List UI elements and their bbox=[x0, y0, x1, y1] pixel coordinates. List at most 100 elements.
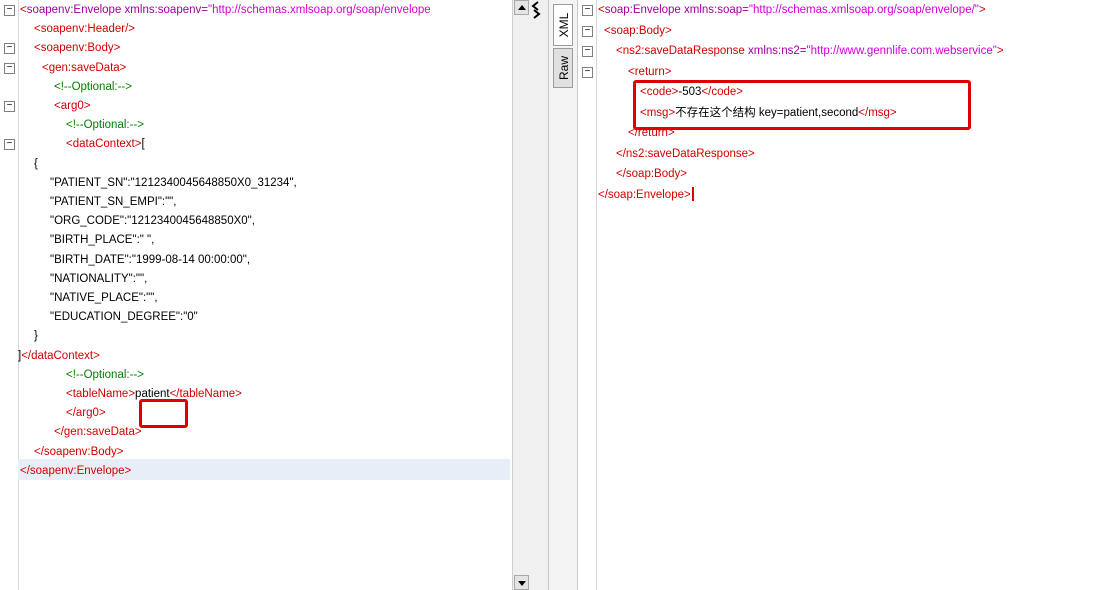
xml-token: <gen:saveData> bbox=[42, 61, 127, 74]
xml-token: soapenv:Envelope bbox=[26, 4, 122, 16]
xml-token: > bbox=[978, 4, 986, 16]
arrow-down-icon bbox=[518, 581, 526, 586]
tab-xml-label: XML bbox=[557, 12, 571, 38]
code-line[interactable]: "BIRTH_DATE":"1999-08-14 00:00:00", bbox=[50, 250, 250, 271]
code-line[interactable]: { bbox=[34, 154, 38, 175]
xml-token: </gen:saveData> bbox=[54, 426, 142, 439]
xml-token: <soapenv:Body> bbox=[34, 42, 121, 55]
xml-text: "PATIENT_SN_EMPI":"", bbox=[50, 196, 177, 208]
left-fold-gutter bbox=[0, 0, 19, 590]
xml-token: > bbox=[996, 45, 1004, 57]
xml-comment: <!--Optional:--> bbox=[66, 368, 144, 381]
fold-toggle-icon[interactable]: − bbox=[4, 62, 15, 74]
code-line[interactable]: </ns2:saveDataResponse> bbox=[616, 144, 755, 165]
response-code-msg-highlight-box bbox=[633, 80, 971, 130]
xml-token: "http://schemas.xmlsoap.org/soap/envelop… bbox=[207, 4, 431, 16]
code-line[interactable]: </soap:Body> bbox=[616, 164, 687, 185]
xml-text: "BIRTH_PLACE":" ", bbox=[50, 234, 155, 247]
code-line[interactable]: "EDUCATION_DEGREE":"0" bbox=[50, 307, 198, 328]
xml-token: <tableName> bbox=[66, 388, 136, 400]
text-cursor bbox=[691, 187, 694, 202]
pane-splitter[interactable] bbox=[530, 0, 549, 590]
scroll-down-button[interactable] bbox=[514, 575, 529, 590]
code-line[interactable]: "BIRTH_PLACE":" ", bbox=[50, 230, 154, 251]
xml-text: "BIRTH_DATE":"1999-08-14 00:00:00", bbox=[50, 253, 251, 266]
code-line[interactable]: <soapenv:Envelope xmlns:soapenv="http://… bbox=[20, 0, 431, 21]
fold-toggle-icon[interactable]: − bbox=[582, 66, 593, 78]
fold-toggle-icon[interactable]: − bbox=[4, 5, 15, 16]
code-line[interactable]: ]</dataContext> bbox=[18, 346, 100, 367]
response-xml-editor[interactable]: − <soap:Envelope xmlns:soap="http://schem… bbox=[578, 0, 1104, 590]
code-line[interactable]: <!--Optional:--> bbox=[54, 77, 132, 98]
xml-token: </soap:Envelope> bbox=[598, 188, 691, 201]
code-line[interactable]: <soapenv:Body> bbox=[34, 38, 120, 59]
xml-token: soap:Envelope bbox=[604, 4, 681, 16]
xml-text: "NATIONALITY":"", bbox=[50, 272, 148, 285]
tablename-highlight-box bbox=[139, 399, 188, 428]
xml-token: </arg0> bbox=[66, 407, 106, 420]
fold-toggle-icon[interactable]: − bbox=[4, 139, 15, 151]
code-line[interactable]: "PATIENT_SN_EMPI":"", bbox=[50, 192, 176, 213]
xml-text: "ORG_CODE":"1212340045648850X0", bbox=[50, 215, 255, 228]
xml-token: <soap:Body> bbox=[604, 24, 672, 37]
code-line[interactable]: </soapenv:Body> bbox=[34, 442, 124, 463]
fold-toggle-icon[interactable]: − bbox=[582, 25, 593, 37]
code-line[interactable]: "NATIONALITY":"", bbox=[50, 269, 147, 290]
xml-token: <ns2:saveDataResponse bbox=[616, 45, 745, 57]
code-line[interactable]: <!--Optional:--> bbox=[66, 115, 144, 136]
code-line[interactable]: <gen:saveData> bbox=[42, 58, 126, 79]
code-line[interactable]: } bbox=[34, 326, 38, 347]
xml-token: xmlns:soap= bbox=[680, 4, 749, 16]
request-xml-editor[interactable]: − <soapenv:Envelope xmlns:soapenv="http:/… bbox=[0, 0, 512, 590]
xml-text: [ bbox=[141, 138, 145, 151]
code-line[interactable]: "ORG_CODE":"1212340045648850X0", bbox=[50, 211, 255, 232]
code-line[interactable]: </arg0> bbox=[66, 403, 106, 424]
xml-token: </soap:Body> bbox=[616, 168, 687, 180]
code-line[interactable]: <arg0> bbox=[54, 96, 90, 117]
code-line[interactable]: </soapenv:Envelope> bbox=[20, 461, 131, 482]
fold-toggle-icon[interactable]: − bbox=[4, 43, 15, 55]
xml-token: <soapenv:Header/> bbox=[34, 23, 136, 36]
code-line[interactable]: <soapenv:Header/> bbox=[34, 19, 135, 40]
tab-raw[interactable]: Raw bbox=[553, 48, 573, 88]
xml-token: </ns2:saveDataResponse> bbox=[616, 147, 755, 160]
xml-token: "http://schemas.xmlsoap.org/soap/envelop… bbox=[748, 4, 979, 16]
xml-token: xmlns:soapenv= bbox=[121, 4, 208, 16]
xml-text: "PATIENT_SN":"1212340045648850X0_31234", bbox=[50, 176, 297, 189]
tab-raw-label: Raw bbox=[557, 56, 571, 81]
xml-token: <return> bbox=[628, 65, 672, 78]
xml-text: } bbox=[34, 330, 38, 343]
xml-token: xmlns:ns2= bbox=[744, 45, 807, 57]
xml-token: <arg0> bbox=[54, 100, 91, 112]
xml-text: "NATIVE_PLACE":"", bbox=[50, 292, 158, 304]
fold-toggle-icon[interactable]: − bbox=[4, 101, 15, 112]
code-line[interactable]: <soap:Body> bbox=[604, 21, 672, 42]
left-vertical-scrollbar[interactable] bbox=[512, 0, 531, 590]
code-line[interactable]: <soap:Envelope xmlns:soap="http://schema… bbox=[598, 0, 986, 21]
xml-token: </soapenv:Envelope> bbox=[20, 464, 132, 477]
response-view-tabs: XML Raw bbox=[549, 0, 578, 590]
xml-token: </soapenv:Body> bbox=[34, 445, 124, 458]
xml-token: "http://www.gennlife.com.webservice" bbox=[806, 45, 997, 57]
right-fold-gutter bbox=[578, 0, 597, 590]
xml-token: </dataContext> bbox=[21, 349, 100, 362]
collapse-arrows-icon[interactable] bbox=[530, 0, 548, 20]
code-line[interactable]: <dataContext>[ bbox=[66, 134, 145, 155]
fold-toggle-icon[interactable]: − bbox=[582, 46, 593, 57]
arrow-up-icon bbox=[518, 5, 526, 10]
code-line[interactable]: "NATIVE_PLACE":"", bbox=[50, 288, 158, 309]
xml-text: { bbox=[34, 157, 38, 170]
xml-text: "EDUCATION_DEGREE":"0" bbox=[50, 311, 198, 324]
xml-comment: <!--Optional:--> bbox=[54, 80, 132, 93]
code-line[interactable]: <ns2:saveDataResponse xmlns:ns2="http://… bbox=[616, 41, 1004, 62]
xml-comment: <!--Optional:--> bbox=[66, 119, 144, 132]
tab-xml[interactable]: XML bbox=[553, 4, 573, 46]
code-line[interactable]: </gen:saveData> bbox=[54, 422, 142, 443]
scroll-up-button[interactable] bbox=[514, 0, 529, 15]
code-line[interactable]: "PATIENT_SN":"1212340045648850X0_31234", bbox=[50, 173, 297, 194]
code-line[interactable]: <!--Optional:--> bbox=[66, 365, 144, 386]
xml-token: <dataContext> bbox=[66, 138, 142, 151]
xml-token: < bbox=[598, 4, 605, 16]
fold-toggle-icon[interactable]: − bbox=[582, 5, 593, 16]
code-line[interactable]: </soap:Envelope> bbox=[598, 185, 694, 206]
